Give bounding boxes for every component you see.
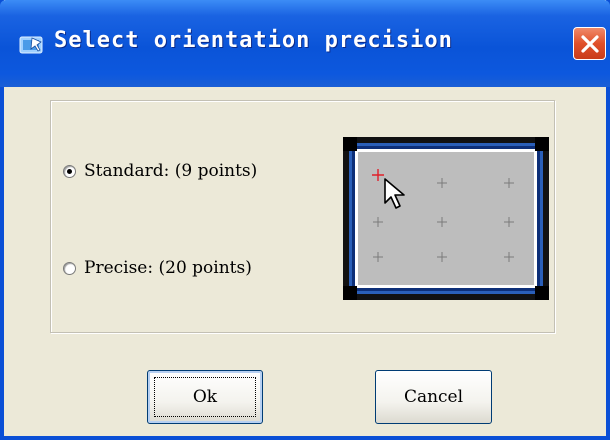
- dialog-window: Select orientation precision Standard: (…: [0, 0, 610, 440]
- precise-radio[interactable]: [63, 261, 76, 275]
- window-title: Select orientation precision: [54, 28, 453, 53]
- standard-option[interactable]: Standard: (9 points): [63, 161, 257, 181]
- cancel-button[interactable]: Cancel: [375, 370, 492, 424]
- cancel-label: Cancel: [403, 387, 464, 407]
- title-bar[interactable]: Select orientation precision: [0, 0, 610, 87]
- focus-rect: [154, 377, 256, 417]
- standard-label: Standard: (9 points): [84, 161, 258, 181]
- radio-selected-dot: [67, 168, 72, 174]
- close-button[interactable]: [573, 27, 606, 60]
- standard-radio[interactable]: [63, 164, 76, 178]
- ok-button[interactable]: Ok: [147, 370, 263, 424]
- calibration-preview: [343, 137, 549, 300]
- precise-label: Precise: (20 points): [84, 258, 252, 278]
- close-icon: [581, 35, 599, 53]
- precise-option[interactable]: Precise: (20 points): [63, 258, 252, 278]
- app-icon: [19, 34, 45, 56]
